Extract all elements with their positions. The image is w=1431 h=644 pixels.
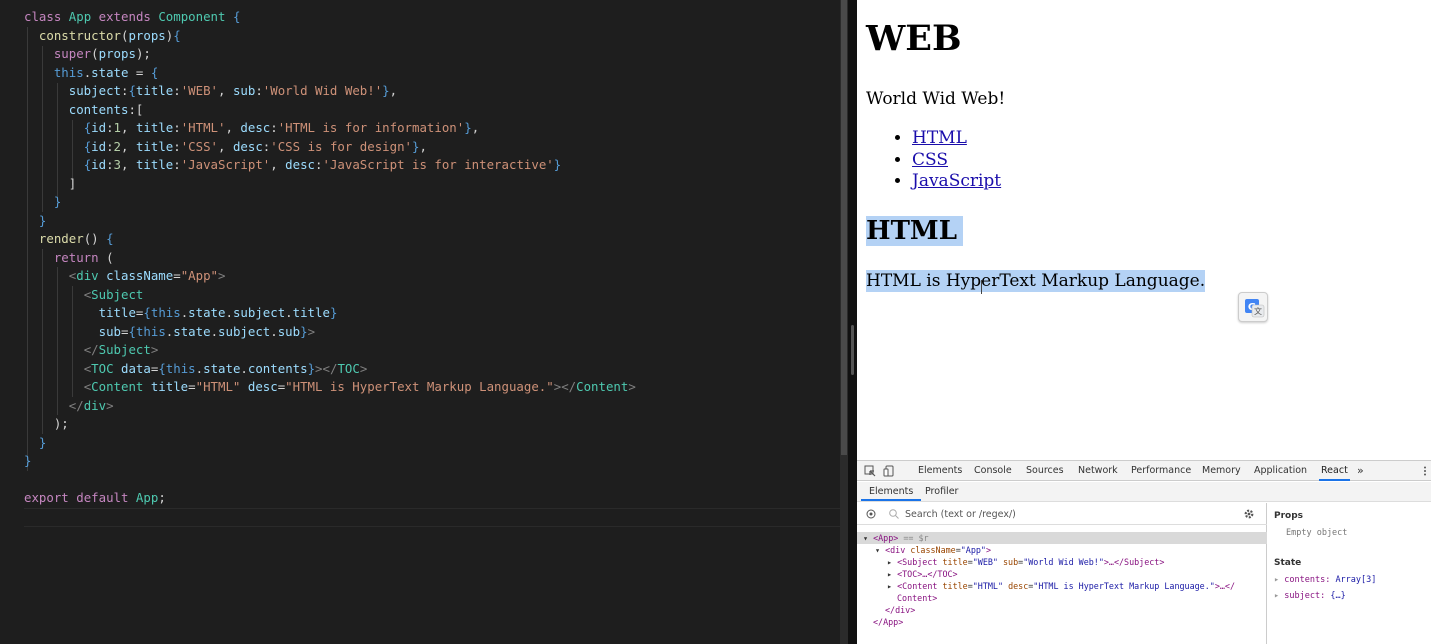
- code-line: </div>: [68, 397, 114, 413]
- tree-search-bar: [857, 503, 1267, 525]
- code-line: {id:2, title:'CSS', desc:'CSS is for des…: [83, 138, 427, 154]
- code-line: this.state = {: [53, 64, 159, 80]
- tab-elements[interactable]: Elements: [918, 461, 962, 481]
- props-heading: Props: [1274, 511, 1304, 521]
- code-line: <Subject: [83, 286, 144, 302]
- code-line: }: [38, 212, 47, 228]
- page-title: WEB: [866, 18, 962, 59]
- splitter-handle[interactable]: [851, 325, 854, 375]
- tab-react[interactable]: React: [1319, 461, 1350, 481]
- state-heading: State: [1274, 558, 1302, 568]
- code-line: }: [53, 194, 62, 209]
- expand-arrow-icon[interactable]: ▸: [887, 557, 892, 567]
- code-line: render() {: [38, 231, 114, 246]
- code-lines: class App extends Component { constructo…: [24, 8, 636, 508]
- collapse-arrow-icon[interactable]: ▾: [863, 533, 868, 543]
- react-subtab-bar: Elements Profiler: [857, 482, 1431, 502]
- tree-row-content[interactable]: ▸ <Content title="HTML" desc="HTML is Hy…: [857, 580, 1267, 592]
- expand-arrow-icon[interactable]: ▸: [887, 581, 892, 591]
- content-description: HTML is HyperText Markup Language.: [866, 270, 1206, 292]
- code-line: }: [38, 434, 47, 450]
- device-toggle-icon[interactable]: [883, 465, 895, 477]
- subtab-elements[interactable]: Elements: [861, 482, 922, 501]
- expand-arrow-icon[interactable]: ▸: [887, 569, 892, 579]
- tab-console[interactable]: Console: [974, 461, 1012, 481]
- tree-row-app-close: </App>: [873, 617, 904, 627]
- tree-row-toc[interactable]: ▸ <TOC>…</TOC>: [857, 568, 1267, 580]
- component-tree: ▾ <App> == $r ▾ <div className="App"> ▸ …: [857, 503, 1267, 644]
- toc-item: CSS: [912, 150, 1001, 172]
- toc-item: HTML: [912, 128, 1001, 150]
- code-line: export default App;: [24, 490, 166, 505]
- code-line: ]: [24, 175, 77, 191]
- browser-viewport: WEB World Wid Web! HTML CSS JavaScript H…: [857, 0, 1431, 460]
- gear-icon[interactable]: [1243, 508, 1255, 523]
- code-line: {id:3, title:'JavaScript', desc:'JavaScr…: [83, 157, 562, 172]
- code-line: super(props);: [53, 46, 151, 61]
- google-translate-icon[interactable]: G 文: [1238, 292, 1268, 322]
- toc-link-javascript[interactable]: JavaScript: [912, 171, 1001, 191]
- toc-list: HTML CSS JavaScript: [912, 128, 1001, 193]
- code-line: constructor(props){: [38, 27, 181, 43]
- code-line: return (: [53, 249, 114, 265]
- editor-scrollbar-thumb[interactable]: [841, 0, 847, 455]
- target-icon[interactable]: [865, 508, 877, 523]
- inspect-element-icon[interactable]: [864, 465, 876, 477]
- expand-arrow-icon[interactable]: ▸: [1274, 575, 1279, 585]
- pane-splitter[interactable]: [848, 0, 857, 644]
- tab-performance[interactable]: Performance: [1131, 461, 1191, 481]
- code-line: class App extends Component {: [24, 9, 241, 24]
- code-line: <Content title="HTML" desc="HTML is Hype…: [83, 379, 636, 394]
- content-title: HTML: [866, 216, 963, 246]
- tree-row-div-close: </div>: [885, 605, 916, 615]
- code-line: <TOC data={this.state.contents}></TOC>: [83, 360, 368, 376]
- more-tabs-button[interactable]: »: [1357, 461, 1364, 481]
- devtools-tab-bar: Elements Console Sources Network Perform…: [857, 461, 1431, 481]
- props-empty-text: Empty object: [1286, 528, 1348, 538]
- tree-row-content-close: Content>: [897, 593, 938, 603]
- expand-arrow-icon[interactable]: ▸: [1274, 591, 1279, 601]
- devtools-panel: Elements Console Sources Network Perform…: [857, 460, 1431, 644]
- code-line: </Subject>: [83, 342, 159, 357]
- kebab-menu-icon[interactable]: [1419, 465, 1431, 477]
- tab-sources[interactable]: Sources: [1026, 461, 1064, 481]
- page-subtitle: World Wid Web!: [866, 89, 1006, 109]
- code-line: subject:{title:'WEB', sub:'World Wid Web…: [68, 83, 398, 98]
- code-line: sub={this.state.subject.sub}>: [98, 323, 316, 339]
- code-editor[interactable]: class App extends Component { constructo…: [0, 0, 848, 644]
- toc-item: JavaScript: [912, 171, 1001, 193]
- code-line: );: [24, 416, 69, 431]
- text-cursor: [981, 280, 982, 294]
- tab-memory[interactable]: Memory: [1202, 461, 1241, 481]
- code-line: <div className="App">: [68, 268, 226, 283]
- tree-row-app[interactable]: ▾ <App> == $r: [857, 532, 1267, 545]
- tree-row-div[interactable]: ▾ <div className="App">: [857, 544, 1267, 556]
- subtab-profiler[interactable]: Profiler: [925, 482, 958, 501]
- tab-network[interactable]: Network: [1078, 461, 1118, 481]
- component-inspector: Props Empty object State ▸ contents: Arr…: [1268, 503, 1431, 644]
- search-icon: [888, 508, 900, 523]
- toc-link-css[interactable]: CSS: [912, 150, 948, 170]
- toc-link-html[interactable]: HTML: [912, 128, 967, 148]
- code-line: title={this.state.subject.title}: [98, 305, 338, 320]
- tab-application[interactable]: Application: [1254, 461, 1307, 481]
- code-line: }: [24, 453, 32, 468]
- current-line-highlight: [24, 508, 848, 527]
- code-line: contents:[: [68, 101, 144, 117]
- svg-text:文: 文: [1254, 306, 1262, 316]
- code-line: {id:1, title:'HTML', desc:'HTML is for i…: [83, 120, 480, 135]
- collapse-arrow-icon[interactable]: ▾: [875, 545, 880, 555]
- tree-row-subject[interactable]: ▸ <Subject title="WEB" sub="World Wid We…: [857, 556, 1267, 568]
- tree-search-input[interactable]: [905, 507, 1205, 521]
- state-item-subject[interactable]: ▸ subject: {…}: [1274, 591, 1346, 601]
- state-item-contents[interactable]: ▸ contents: Array[3]: [1274, 575, 1376, 585]
